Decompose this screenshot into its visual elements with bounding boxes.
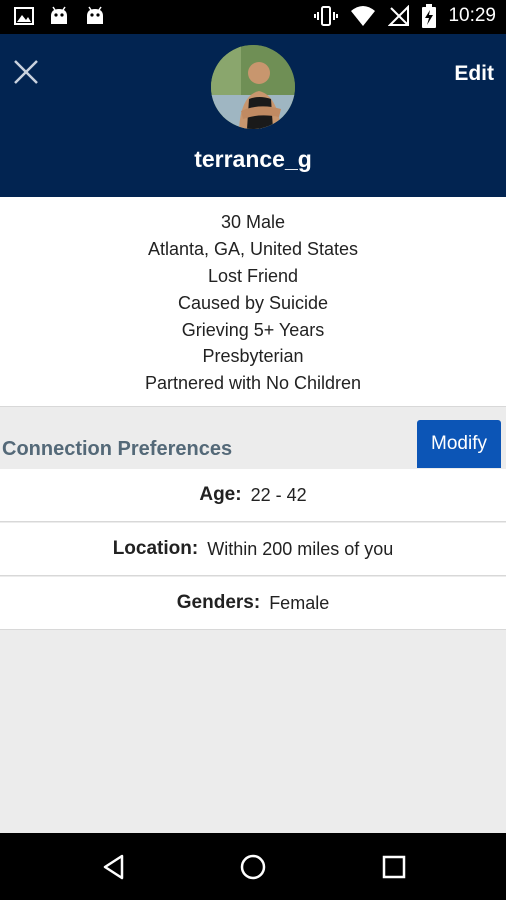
preference-row-genders: Genders: Female [0, 577, 506, 630]
home-icon [240, 854, 266, 880]
connection-preferences-header: Connection Preferences Modify [0, 408, 506, 468]
close-button[interactable] [10, 56, 42, 88]
status-bar: 10:29 [0, 0, 506, 34]
recents-icon [382, 855, 406, 879]
image-icon [14, 7, 34, 25]
profile-header: Edit terrance_g [0, 34, 506, 197]
profile-religion: Presbyterian [202, 346, 304, 366]
back-button[interactable] [96, 849, 132, 885]
profile-details: 30 Male Atlanta, GA, United States Lost … [0, 197, 506, 407]
preference-label: Age: [199, 484, 242, 505]
profile-cause: Caused by Suicide [177, 293, 329, 313]
preference-value: Within 200 miles of you [207, 538, 394, 559]
recents-button[interactable] [376, 849, 412, 885]
android-icon [87, 6, 103, 24]
vibrate-icon [314, 6, 339, 26]
preference-label: Location: [112, 538, 199, 559]
profile-loss-type: Lost Friend [207, 266, 299, 286]
profile-age-gender: 30 Male [220, 212, 286, 232]
preference-label: Genders: [176, 592, 261, 613]
back-icon [103, 854, 124, 880]
home-button[interactable] [235, 849, 271, 885]
profile-location: Atlanta, GA, United States [147, 239, 359, 259]
preference-row-age: Age: 22 - 42 [0, 469, 506, 522]
no-signal-icon [388, 5, 410, 26]
avatar-photo [211, 45, 295, 129]
navigation-bar [0, 833, 506, 900]
battery-charging-icon [422, 4, 437, 28]
avatar [211, 45, 295, 129]
clock: 10:29 [448, 5, 496, 26]
preference-value: Female [269, 592, 330, 613]
android-icon [51, 6, 67, 24]
preference-value: 22 - 42 [250, 484, 307, 505]
profile-grieving-duration: Grieving 5+ Years [181, 320, 325, 340]
profile-relationship: Partnered with No Children [144, 373, 362, 393]
close-icon [14, 60, 38, 84]
modify-button[interactable]: Modify [417, 420, 501, 468]
preference-row-location: Location: Within 200 miles of you [0, 523, 506, 576]
section-title: Connection Preferences [2, 438, 233, 460]
wifi-icon [351, 6, 376, 26]
username: terrance_g [194, 146, 312, 172]
edit-button[interactable]: Edit [454, 62, 494, 86]
